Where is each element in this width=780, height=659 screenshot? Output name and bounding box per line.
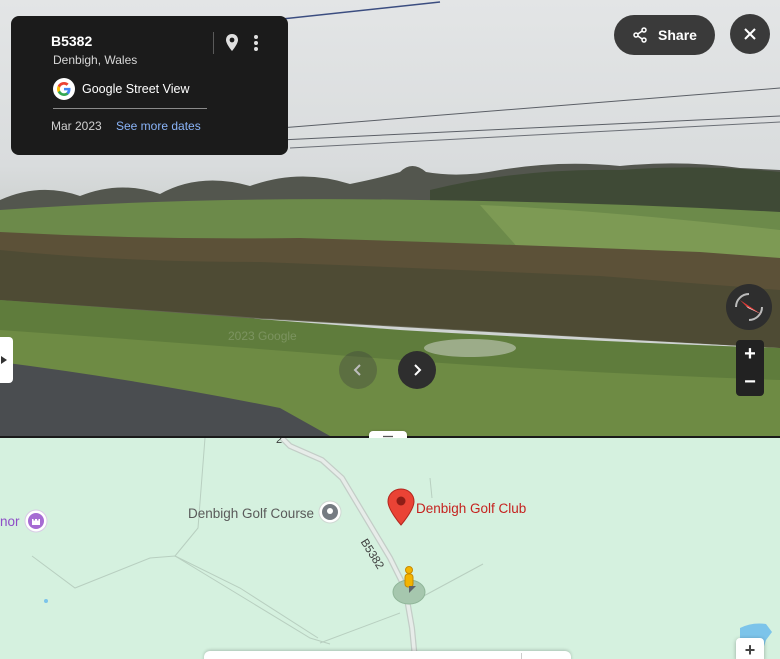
close-icon <box>744 28 756 40</box>
zoom-out-button[interactable]: − <box>736 368 764 396</box>
golf-course-label[interactable]: Denbigh Golf Course <box>188 506 314 521</box>
divider <box>521 653 522 659</box>
map-zoom-in-button[interactable]: + <box>736 638 764 659</box>
place-marker-icon <box>318 500 342 524</box>
close-button[interactable] <box>730 14 770 54</box>
manor-label[interactable]: nor <box>0 514 20 529</box>
zoom-in-button[interactable]: + <box>736 340 764 368</box>
map-pin-icon <box>226 34 238 51</box>
side-panel-toggle[interactable] <box>0 337 13 383</box>
golf-club-pin[interactable] <box>387 488 415 531</box>
chevron-right-icon <box>0 356 7 364</box>
compass-button[interactable] <box>726 284 772 330</box>
map-pin-button[interactable] <box>221 31 243 55</box>
street-view-watermark: 2023 Google <box>228 329 297 343</box>
chevron-right-icon <box>414 364 422 376</box>
map-pane[interactable]: B5382 2 Denbigh Golf Course Denbigh Golf… <box>0 438 780 659</box>
provider-label: Google Street View <box>82 82 190 96</box>
location-title: B5382 <box>51 33 93 49</box>
road-label-partial: 2 <box>276 438 283 446</box>
street-view-zoom-control: + − <box>736 340 764 396</box>
golf-course-marker[interactable] <box>318 500 342 529</box>
golf-club-label[interactable]: Denbigh Golf Club <box>416 501 526 516</box>
chevron-left-icon <box>353 364 361 376</box>
map-canvas[interactable] <box>0 438 780 659</box>
street-view-pane[interactable]: 2023 Google B5382 Denbigh, Wales Google … <box>0 0 780 436</box>
previous-photo-button[interactable] <box>339 351 377 389</box>
compass-icon <box>735 293 763 321</box>
street-view-provider: Google Street View <box>53 78 189 100</box>
location-info-card: B5382 Denbigh, Wales Google Street View … <box>11 16 288 155</box>
google-logo-icon <box>53 78 75 100</box>
divider <box>53 108 207 109</box>
more-options-button[interactable] <box>249 31 263 55</box>
bottom-panel[interactable] <box>204 651 571 659</box>
red-pin-icon <box>387 488 415 526</box>
share-icon <box>633 27 647 43</box>
location-subtitle: Denbigh, Wales <box>53 53 138 67</box>
see-more-dates-link[interactable]: See more dates <box>116 119 201 133</box>
manor-marker[interactable] <box>24 509 48 538</box>
divider <box>213 32 214 54</box>
next-photo-button[interactable] <box>398 351 436 389</box>
castle-icon <box>24 509 48 533</box>
pegman-icon <box>404 566 416 593</box>
pegman[interactable] <box>392 565 426 600</box>
share-label: Share <box>658 27 697 43</box>
more-vert-icon <box>254 35 258 51</box>
capture-date: Mar 2023 <box>51 119 102 133</box>
share-button[interactable]: Share <box>614 15 715 55</box>
